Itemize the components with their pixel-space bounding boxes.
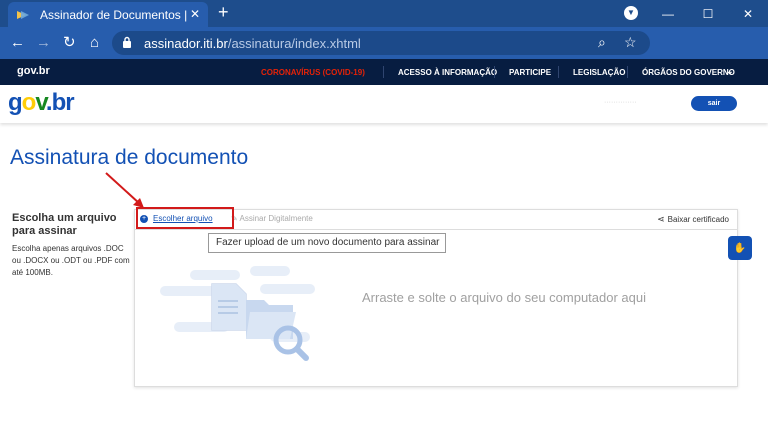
browser-toolbar: ← → ↻ ⌂ assinador.iti.br/assinatura/inde…	[0, 27, 768, 79]
reload-icon[interactable]: ↻	[63, 34, 76, 52]
logout-button[interactable]: sair	[691, 96, 737, 111]
bookmark-star-icon[interactable]: ☆	[624, 34, 637, 51]
back-arrow-icon[interactable]: ←	[10, 34, 25, 52]
chevron-down-icon: ▼	[627, 8, 635, 17]
sign-digitally-button[interactable]: ✎ Assinar Digitalmente	[231, 214, 313, 223]
govbar-link-participate[interactable]: PARTICIPE	[509, 68, 551, 77]
divider	[627, 66, 628, 78]
new-tab-button[interactable]: +	[218, 3, 229, 21]
gov-bar-logo[interactable]: gov.br	[17, 65, 50, 77]
tab-title: Assinador de Documentos | Assi	[40, 7, 188, 22]
gov-top-bar: gov.br CORONAVÍRUS (COVID-19) ACESSO À I…	[0, 59, 768, 85]
minimize-button[interactable]: —	[648, 0, 688, 27]
tab-search-button[interactable]: ▼	[624, 6, 638, 20]
download-certificate-button[interactable]: ⋖ Baixar certificado	[657, 214, 729, 225]
choose-file-tooltip: Fazer upload de um novo documento para a…	[208, 233, 446, 253]
document-signer-favicon-icon	[17, 10, 29, 19]
accessibility-libras-icon[interactable]: ✋	[728, 236, 752, 260]
tab-close-icon[interactable]: ✕	[190, 7, 200, 21]
annotation-highlight-box	[136, 207, 234, 229]
user-name: ··············	[604, 99, 637, 106]
url-domain: assinador.iti.br	[144, 36, 228, 51]
zoom-icon[interactable]: ⌕	[598, 34, 606, 51]
upload-illustration-icon	[160, 266, 315, 361]
download-certificate-label: Baixar certificado	[667, 215, 729, 224]
forward-arrow-icon[interactable]: →	[36, 34, 51, 52]
site-header: gov.br ·············· sair	[0, 85, 768, 123]
govbar-link-covid[interactable]: CORONAVÍRUS (COVID-19)	[261, 68, 365, 77]
page-title: Assinatura de documento	[10, 146, 249, 169]
maximize-button[interactable]: ☐	[688, 0, 728, 27]
sign-digitally-label: Assinar Digitalmente	[239, 214, 313, 223]
govbr-logo[interactable]: gov.br	[8, 89, 75, 117]
home-icon[interactable]: ⌂	[90, 34, 99, 52]
url-path: /assinatura/index.xhtml	[227, 36, 361, 51]
share-icon: ⋖	[657, 214, 665, 224]
divider	[494, 66, 495, 78]
address-bar[interactable]: assinador.iti.br/assinatura/index.xhtml …	[112, 31, 650, 55]
chevron-down-icon[interactable]: ⌄	[726, 66, 734, 77]
govbar-link-access-info[interactable]: ACESSO À INFORMAÇÃO	[398, 68, 497, 77]
browser-tab-strip: Assinador de Documentos | Assi ✕ + ▼ — ☐…	[0, 0, 768, 27]
divider	[558, 66, 559, 78]
instructions-text: Escolha apenas arquivos .DOC ou .DOCX ou…	[12, 244, 130, 277]
govbar-link-gov-bodies[interactable]: ÓRGÃOS DO GOVERNO	[642, 68, 735, 77]
close-window-button[interactable]: ✕	[728, 0, 768, 27]
dropzone-text[interactable]: Arraste e solte o arquivo do seu computa…	[362, 290, 646, 305]
govbar-link-legislation[interactable]: LEGISLAÇÃO	[573, 68, 625, 77]
divider	[383, 66, 384, 78]
url-text: assinador.iti.br/assinatura/index.xhtml	[144, 36, 361, 51]
annotation-arrow-icon	[105, 172, 144, 208]
instructions-heading: Escolha um arquivo para assinar	[12, 212, 117, 237]
lock-icon	[123, 36, 131, 48]
browser-tab[interactable]: Assinador de Documentos | Assi ✕	[8, 2, 208, 27]
